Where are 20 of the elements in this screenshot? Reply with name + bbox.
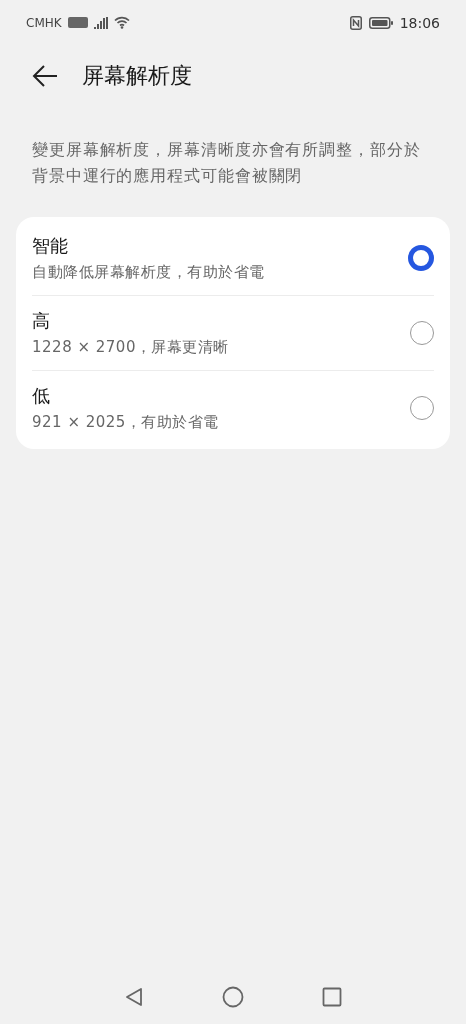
radio-button[interactable]	[410, 396, 434, 420]
clock-time: 18:06	[399, 14, 440, 31]
wifi-icon	[113, 16, 130, 29]
option-title: 智能	[32, 234, 69, 258]
carrier-name: CMHK	[26, 15, 62, 30]
radio-button[interactable]	[408, 245, 434, 271]
signal-icon	[93, 16, 108, 29]
option-subtitle: 921 × 2025，有助於省電	[32, 413, 220, 432]
recents-button[interactable]	[322, 987, 342, 1007]
option-title: 低	[32, 384, 51, 408]
nfc-icon	[349, 15, 362, 30]
battery-icon	[368, 16, 393, 29]
description-text: 變更屏幕解析度，屏幕清晰度亦會有所調整，部分於背景中運行的應用程式可能會被關閉	[32, 139, 422, 187]
page-title: 屏幕解析度	[82, 62, 192, 90]
option-subtitle: 1228 × 2700，屏幕更清晰	[32, 338, 230, 357]
radio-button[interactable]	[410, 321, 434, 345]
home-button[interactable]	[222, 986, 244, 1008]
option-subtitle: 自動降低屏幕解析度，有助於省電	[32, 263, 266, 282]
option-title: 高	[32, 309, 51, 333]
back-button[interactable]	[32, 65, 58, 87]
